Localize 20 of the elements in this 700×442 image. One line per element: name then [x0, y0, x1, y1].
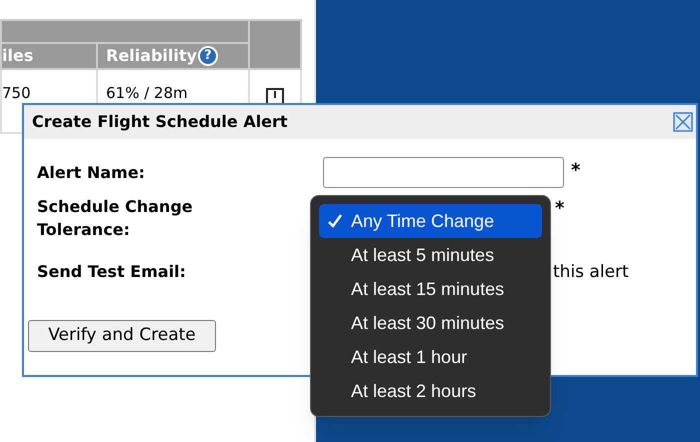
- input-field[interactable]: [323, 157, 564, 188]
- close-icon[interactable]: [673, 112, 693, 132]
- column-header: Reliability ?: [97, 43, 249, 69]
- checkbox-label: this alert: [553, 261, 629, 284]
- field-label: Schedule Change Tolerance:: [37, 196, 194, 241]
- required-mark: *: [555, 197, 564, 221]
- checkmark-icon: [327, 213, 343, 229]
- help-icon[interactable]: ?: [198, 46, 218, 66]
- dropdown-option[interactable]: At least 1 hour: [319, 340, 542, 374]
- dropdown-option[interactable]: At least 2 hours: [319, 374, 542, 408]
- alert-icon[interactable]: [266, 88, 284, 106]
- required-mark: *: [571, 159, 580, 183]
- dropdown-option[interactable]: Any Time Change: [319, 204, 542, 238]
- column-header: iles: [1, 43, 97, 69]
- verify-and-create-button[interactable]: Verify and Create: [28, 320, 216, 352]
- dropdown-option[interactable]: At least 5 minutes: [319, 238, 542, 272]
- field-label: Alert Name:: [37, 162, 146, 184]
- field-label: Send Test Email:: [37, 261, 187, 283]
- dropdown-option[interactable]: At least 30 minutes: [319, 306, 542, 340]
- dropdown-option[interactable]: At least 15 minutes: [319, 272, 542, 306]
